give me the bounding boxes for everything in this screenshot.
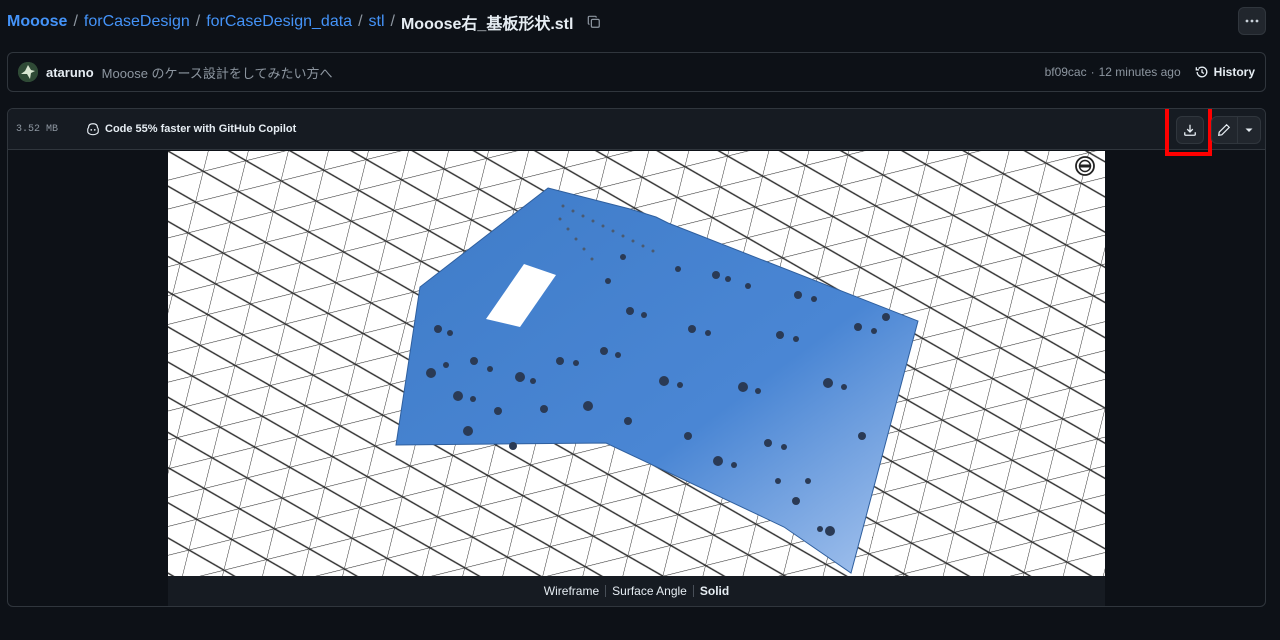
avatar[interactable] bbox=[18, 62, 38, 82]
history-icon bbox=[1195, 66, 1208, 78]
breadcrumb-current-file: Mooose右_基板形状.stl bbox=[400, 16, 574, 33]
reset-view-button[interactable] bbox=[1074, 155, 1096, 177]
commit-meta: bf09cac · 12 minutes ago History bbox=[1045, 65, 1255, 79]
breadcrumb-folder-link[interactable]: forCaseDesign_data bbox=[206, 13, 352, 31]
pencil-icon bbox=[1218, 123, 1231, 136]
commit-time: 12 minutes ago bbox=[1098, 65, 1181, 79]
breadcrumb-separator: / bbox=[73, 13, 78, 30]
kebab-icon bbox=[1245, 19, 1259, 23]
viewer-mode-tabs: Wireframe Surface Angle Solid bbox=[168, 576, 1105, 606]
download-raw-button[interactable] bbox=[1176, 116, 1204, 144]
breadcrumb-repo-link[interactable]: Mooose bbox=[7, 13, 67, 31]
triangle-down-icon bbox=[1245, 128, 1253, 132]
breadcrumb: Mooose / forCaseDesign / forCaseDesign_d… bbox=[7, 10, 603, 34]
copilot-promo-label: Code 55% faster with GitHub Copilot bbox=[105, 123, 297, 135]
download-icon bbox=[1184, 124, 1196, 136]
more-options-button[interactable] bbox=[1238, 7, 1266, 35]
file-header: 3.52 MB Code 55% faster with GitHub Copi… bbox=[8, 109, 1265, 156]
copilot-icon bbox=[87, 123, 99, 136]
file-view: 3.52 MB Code 55% faster with GitHub Copi… bbox=[7, 108, 1266, 607]
reset-view-icon bbox=[1075, 156, 1095, 176]
copy-path-button[interactable] bbox=[585, 13, 603, 31]
breadcrumb-folder-link[interactable]: forCaseDesign bbox=[84, 13, 190, 31]
latest-commit-bar: ataruno Mooose のケース設計をしてみたい方へ bf09cac · … bbox=[7, 52, 1266, 92]
file-size: 3.52 MB bbox=[16, 123, 59, 135]
tab-surface-angle[interactable]: Surface Angle bbox=[606, 584, 693, 598]
tab-solid[interactable]: Solid bbox=[694, 584, 735, 598]
breadcrumb-separator: / bbox=[390, 13, 395, 30]
edit-file-button[interactable] bbox=[1212, 117, 1238, 143]
edit-options-dropdown[interactable] bbox=[1238, 117, 1260, 143]
breadcrumb-separator: / bbox=[195, 13, 201, 30]
edit-button-group bbox=[1211, 116, 1261, 144]
commit-message-link[interactable]: Mooose のケース設計をしてみたい方へ bbox=[102, 63, 333, 82]
commit-author-link[interactable]: ataruno bbox=[46, 65, 94, 80]
history-button[interactable]: History bbox=[1195, 65, 1255, 79]
breadcrumb-folder-link[interactable]: stl bbox=[369, 13, 385, 31]
stl-3d-viewer[interactable] bbox=[168, 151, 1105, 576]
tab-wireframe[interactable]: Wireframe bbox=[538, 584, 605, 598]
commit-sha-link[interactable]: bf09cac bbox=[1045, 65, 1087, 79]
breadcrumb-separator: / bbox=[358, 13, 363, 30]
commit-meta-separator: · bbox=[1090, 65, 1095, 79]
history-label: History bbox=[1213, 65, 1255, 79]
copy-icon bbox=[588, 15, 601, 28]
copilot-promo-link[interactable]: Code 55% faster with GitHub Copilot bbox=[86, 122, 296, 136]
